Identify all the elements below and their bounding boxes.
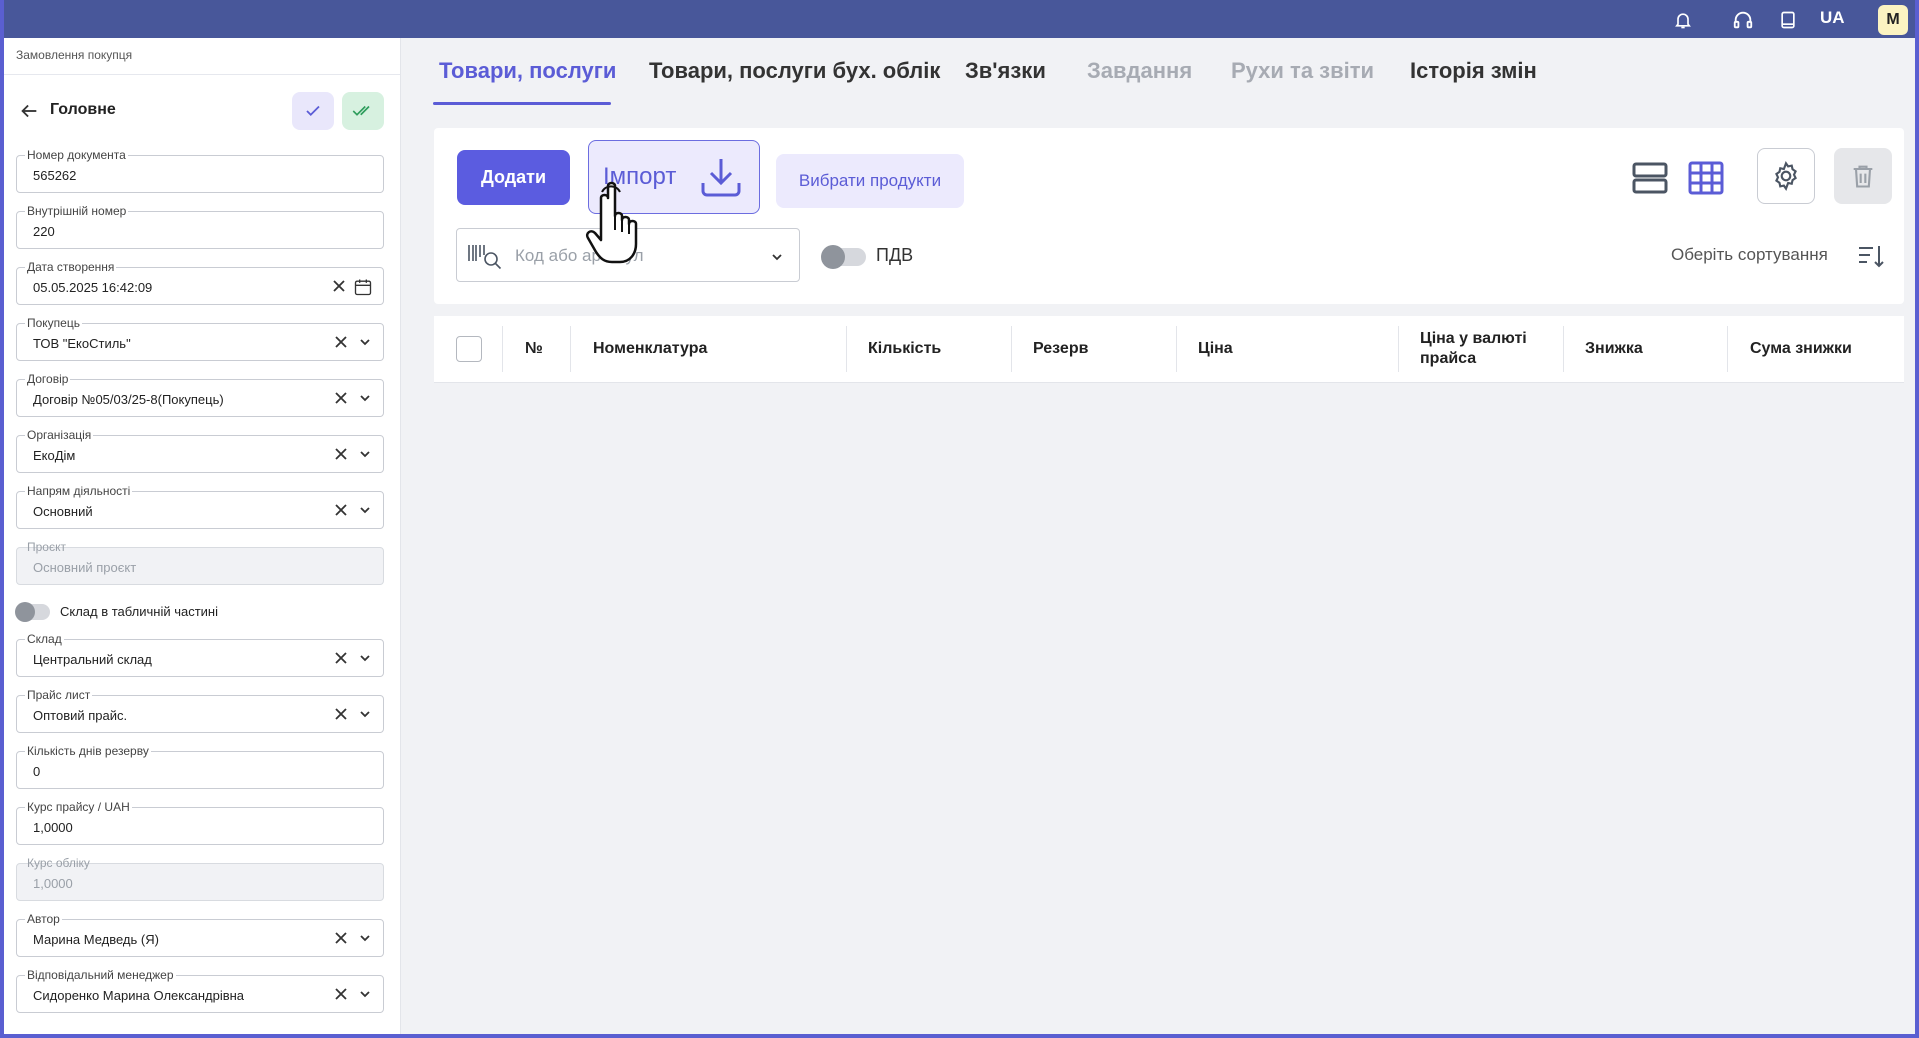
window-frame — [0, 0, 1919, 1038]
